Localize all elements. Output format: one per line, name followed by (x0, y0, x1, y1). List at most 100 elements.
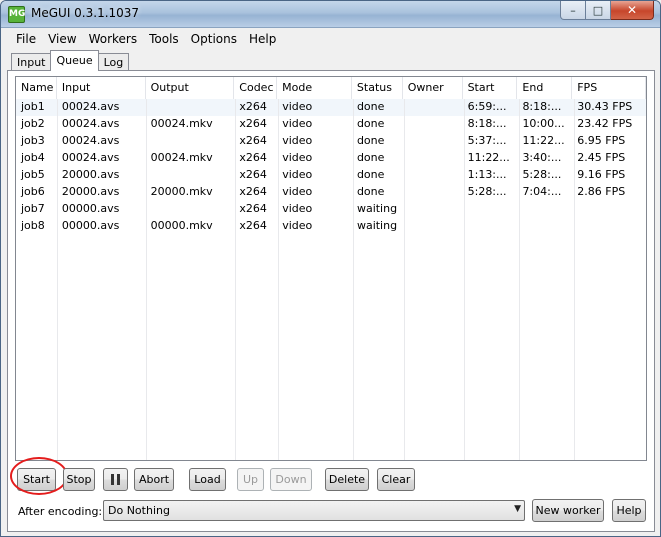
table-row[interactable]: job7 00000.avs x264 video waiting (16, 201, 646, 218)
cell-mode: video (282, 134, 313, 147)
cell-input: 20000.avs (61, 168, 120, 181)
cell-status: done (356, 100, 385, 113)
cell-output (146, 201, 235, 218)
tab-input[interactable]: Input (11, 53, 52, 71)
table-row[interactable]: job5 20000.avs x264 video done 1:13:... 5:28:.… (16, 167, 646, 184)
down-button[interactable]: Down (270, 468, 312, 491)
table-row[interactable]: job1 00024.avs x264 video done 6:59:... 8:18:.… (16, 99, 646, 116)
cell-output (146, 133, 235, 150)
column-header-start[interactable]: Start (462, 77, 518, 99)
grid-line (404, 99, 405, 460)
menu-bar: File View Workers Tools Options Help (1, 29, 660, 49)
column-header-owner[interactable]: Owner (402, 77, 463, 99)
column-header-output[interactable]: Output (145, 77, 235, 99)
column-header-codec[interactable]: Codec (234, 77, 278, 99)
cell-fps: 23.42 FPS (577, 117, 633, 130)
cell-output (146, 167, 235, 184)
cell-codec: x264 (239, 219, 267, 232)
cell-end: 5:28:... (522, 168, 562, 181)
load-button[interactable]: Load (189, 468, 226, 491)
cell-codec: x264 (239, 185, 267, 198)
column-header-input[interactable]: Input (56, 77, 146, 99)
cell-start: 5:37:... (467, 134, 507, 147)
table-row[interactable]: job4 00024.avs 00024.mkv x264 video done 11:22… (16, 150, 646, 167)
menu-options[interactable]: Options (185, 29, 243, 49)
cell-owner (403, 116, 463, 133)
cell-end (517, 218, 572, 235)
after-encoding-select[interactable]: Do Nothing ▼ (103, 500, 525, 521)
cell-owner (403, 201, 463, 218)
grid-line (146, 99, 147, 460)
cell-status: waiting (356, 219, 398, 232)
up-button[interactable]: Up (237, 468, 264, 491)
grid-line (353, 99, 354, 460)
cell-owner (403, 99, 463, 116)
title-bar[interactable]: MG MeGUI 0.3.1.1037 – □ ✕ (1, 1, 660, 28)
cell-codec: x264 (239, 117, 267, 130)
table-row[interactable]: job6 20000.avs 20000.mkv x264 video done 5:28:… (16, 184, 646, 201)
cell-name: job3 (21, 134, 45, 147)
clear-button[interactable]: Clear (377, 468, 415, 491)
window-title: MeGUI 0.3.1.1037 (31, 6, 140, 20)
cell-end: 7:04:... (522, 185, 562, 198)
cell-start: 5:28:... (467, 185, 507, 198)
cell-input: 20000.avs (61, 185, 120, 198)
help-button[interactable]: Help (612, 499, 646, 522)
menu-file[interactable]: File (10, 29, 42, 49)
queue-list-header: Name Input Output Codec Mode Status Owne… (16, 77, 646, 99)
cell-mode: video (282, 202, 313, 215)
start-button[interactable]: Start (17, 468, 56, 491)
queue-list[interactable]: Name Input Output Codec Mode Status Owne… (15, 76, 647, 461)
cell-mode: video (282, 100, 313, 113)
new-worker-button[interactable]: New worker (532, 499, 604, 522)
cell-name: job6 (21, 185, 45, 198)
menu-help[interactable]: Help (243, 29, 282, 49)
abort-button[interactable]: Abort (134, 468, 174, 491)
chevron-down-icon: ▼ (514, 504, 521, 514)
column-header-end[interactable]: End (517, 77, 573, 99)
cell-output: 00000.mkv (150, 219, 213, 232)
stop-button[interactable]: Stop (63, 468, 95, 491)
cell-codec: x264 (239, 202, 267, 215)
table-row[interactable]: job8 00000.avs 00000.mkv x264 video waiting (16, 218, 646, 235)
cell-mode: video (282, 219, 313, 232)
cell-status: done (356, 134, 385, 147)
cell-input: 00000.avs (61, 219, 120, 232)
maximize-button[interactable]: □ (586, 1, 611, 20)
cell-status: done (356, 151, 385, 164)
cell-start: 1:13:... (467, 168, 507, 181)
column-header-mode[interactable]: Mode (277, 77, 352, 99)
cell-status: done (356, 185, 385, 198)
column-header-status[interactable]: Status (351, 77, 403, 99)
cell-fps (572, 218, 646, 235)
menu-tools[interactable]: Tools (143, 29, 185, 49)
pause-icon (111, 474, 120, 485)
delete-button[interactable]: Delete (325, 468, 369, 491)
column-header-fps[interactable]: FPS (572, 77, 646, 99)
grid-line (574, 99, 575, 460)
table-row[interactable]: job2 00024.avs 00024.mkv x264 video done 8:18:… (16, 116, 646, 133)
cell-name: job2 (21, 117, 45, 130)
cell-codec: x264 (239, 151, 267, 164)
close-button[interactable]: ✕ (611, 1, 654, 20)
menu-view[interactable]: View (42, 29, 82, 49)
cell-input: 00024.avs (61, 134, 120, 147)
cell-owner (403, 150, 463, 167)
column-header-name[interactable]: Name (16, 77, 57, 99)
tab-queue[interactable]: Queue (50, 50, 99, 71)
cell-end: 10:00... (522, 117, 565, 130)
cell-status: waiting (356, 202, 398, 215)
cell-mode: video (282, 168, 313, 181)
main-tabs: Input Queue Log (11, 50, 130, 71)
cell-mode: video (282, 117, 313, 130)
minimize-button[interactable]: – (560, 1, 586, 20)
grid-line (278, 99, 279, 460)
cell-owner (403, 167, 463, 184)
pause-button[interactable] (103, 468, 128, 491)
table-row[interactable]: job3 00024.avs x264 video done 5:37:... 11:22.… (16, 133, 646, 150)
menu-workers[interactable]: Workers (83, 29, 144, 49)
cell-input: 00024.avs (61, 117, 120, 130)
tab-log[interactable]: Log (97, 53, 130, 71)
cell-name: job7 (21, 202, 45, 215)
cell-name: job8 (21, 219, 45, 232)
